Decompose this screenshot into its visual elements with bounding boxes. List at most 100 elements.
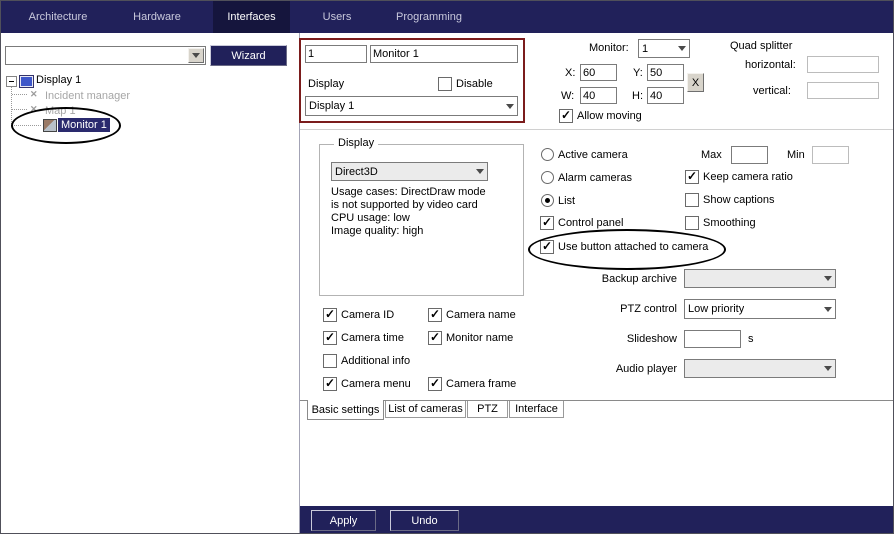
tree-item-incident-manager[interactable]: Incident manager: [45, 90, 130, 102]
checkbox-box[interactable]: [685, 216, 699, 230]
navtab-interfaces[interactable]: Interfaces: [213, 1, 290, 33]
tab-list-of-cameras[interactable]: List of cameras: [385, 401, 466, 418]
checkbox-label: Additional info: [341, 355, 410, 367]
x-label: X:: [565, 67, 575, 79]
control-panel-checkbox[interactable]: Control panel: [540, 216, 623, 230]
tab-ptz[interactable]: PTZ: [467, 401, 508, 418]
camera-id-checkbox[interactable]: Camera ID: [323, 308, 394, 322]
tree-item-monitor[interactable]: Monitor 1: [58, 118, 110, 132]
h-input[interactable]: [647, 87, 684, 104]
alarm-cameras-radio[interactable]: Alarm cameras: [541, 171, 632, 184]
camera-name-checkbox[interactable]: Camera name: [428, 308, 516, 322]
apply-button[interactable]: Apply: [311, 510, 376, 531]
checkbox-box[interactable]: [685, 170, 699, 184]
checkbox-box[interactable]: [685, 193, 699, 207]
checkbox-box[interactable]: [323, 331, 337, 345]
checkbox-box[interactable]: [438, 77, 452, 91]
camera-menu-checkbox[interactable]: Camera menu: [323, 377, 411, 391]
allow-moving-checkbox[interactable]: Allow moving: [559, 109, 642, 123]
clear-geometry-button[interactable]: X: [687, 73, 704, 92]
checkbox-label: Camera menu: [341, 378, 411, 390]
tab-interface[interactable]: Interface: [509, 401, 564, 418]
navtab-programming[interactable]: Programming: [384, 1, 474, 33]
object-id-input[interactable]: [305, 45, 367, 63]
max-label: Max: [701, 149, 722, 161]
radio-circle[interactable]: [541, 194, 554, 207]
camera-frame-checkbox[interactable]: Camera frame: [428, 377, 516, 391]
slideshow-input[interactable]: [684, 330, 741, 348]
chevron-down-icon[interactable]: [472, 163, 487, 180]
checkbox-box[interactable]: [323, 308, 337, 322]
radio-circle[interactable]: [541, 148, 554, 161]
chevron-down-icon[interactable]: [820, 270, 835, 287]
checkbox-label: Camera ID: [341, 309, 394, 321]
checkbox-box[interactable]: [323, 354, 337, 368]
tab-basic-settings[interactable]: Basic settings: [307, 400, 384, 420]
wizard-button[interactable]: Wizard: [210, 45, 287, 66]
checkbox-box[interactable]: [323, 377, 337, 391]
render-mode-select[interactable]: Direct3D: [331, 162, 488, 181]
checkbox-label: Use button attached to camera: [558, 241, 708, 253]
tree-expander-icon[interactable]: [6, 76, 17, 87]
tree-filter-combo[interactable]: [5, 46, 206, 65]
chevron-down-icon[interactable]: [674, 40, 689, 57]
active-camera-radio[interactable]: Active camera: [541, 148, 628, 161]
max-input[interactable]: [731, 146, 768, 164]
horizontal-input[interactable]: [807, 56, 879, 73]
monitor-select[interactable]: 1: [638, 39, 690, 58]
display-group-title: Display: [334, 137, 378, 149]
monitor-name-checkbox[interactable]: Monitor name: [428, 331, 513, 345]
object-name-input[interactable]: [370, 45, 518, 63]
camera-time-checkbox[interactable]: Camera time: [323, 331, 404, 345]
list-radio[interactable]: List: [541, 194, 575, 207]
backup-archive-select[interactable]: [684, 269, 836, 288]
show-captions-checkbox[interactable]: Show captions: [685, 193, 775, 207]
checkbox-box[interactable]: [540, 240, 554, 254]
min-label: Min: [787, 149, 805, 161]
settings-panel: Display Disable Display 1 Monitor: 1 X: …: [300, 33, 894, 534]
chevron-down-icon[interactable]: [820, 300, 835, 318]
additional-info-checkbox[interactable]: Additional info: [323, 354, 410, 368]
navtab-hardware[interactable]: Hardware: [117, 1, 197, 33]
monitor-label: Monitor:: [589, 42, 629, 54]
y-label: Y:: [633, 67, 643, 79]
footer-bar: Apply Undo: [300, 506, 894, 534]
checkbox-box[interactable]: [540, 216, 554, 230]
min-input[interactable]: [812, 146, 849, 164]
checkbox-label: Camera time: [341, 332, 404, 344]
keep-camera-ratio-checkbox[interactable]: Keep camera ratio: [685, 170, 793, 184]
disable-checkbox[interactable]: Disable: [438, 77, 493, 91]
checkbox-box[interactable]: [428, 377, 442, 391]
chevron-down-icon[interactable]: [820, 360, 835, 377]
smoothing-checkbox[interactable]: Smoothing: [685, 216, 756, 230]
display-info-line: Image quality: high: [331, 225, 423, 237]
tree-item-map[interactable]: Map 1: [45, 105, 76, 117]
x-icon: [29, 89, 41, 101]
horizontal-label: horizontal:: [745, 59, 796, 71]
section-divider: [300, 129, 894, 130]
monitor-icon: [43, 119, 57, 132]
audio-player-select[interactable]: [684, 359, 836, 378]
checkbox-label: Camera frame: [446, 378, 516, 390]
chevron-down-icon[interactable]: [188, 48, 204, 63]
checkbox-label: Monitor name: [446, 332, 513, 344]
navtab-users[interactable]: Users: [304, 1, 370, 33]
navtab-architecture[interactable]: Architecture: [13, 1, 103, 33]
x-input[interactable]: [580, 64, 617, 81]
radio-circle[interactable]: [541, 171, 554, 184]
tree-item-display[interactable]: Display 1: [36, 74, 81, 86]
ptz-control-select[interactable]: Low priority: [684, 299, 836, 319]
chevron-down-icon[interactable]: [502, 97, 517, 115]
checkbox-box[interactable]: [559, 109, 573, 123]
use-button-attached-checkbox[interactable]: Use button attached to camera: [540, 240, 708, 254]
checkbox-box[interactable]: [428, 331, 442, 345]
display-select[interactable]: Display 1: [305, 96, 518, 116]
w-input[interactable]: [580, 87, 617, 104]
checkbox-label: Smoothing: [703, 217, 756, 229]
h-label: H:: [632, 90, 643, 102]
y-input[interactable]: [647, 64, 684, 81]
checkbox-label: Control panel: [558, 217, 623, 229]
checkbox-box[interactable]: [428, 308, 442, 322]
undo-button[interactable]: Undo: [390, 510, 459, 531]
vertical-input[interactable]: [807, 82, 879, 99]
